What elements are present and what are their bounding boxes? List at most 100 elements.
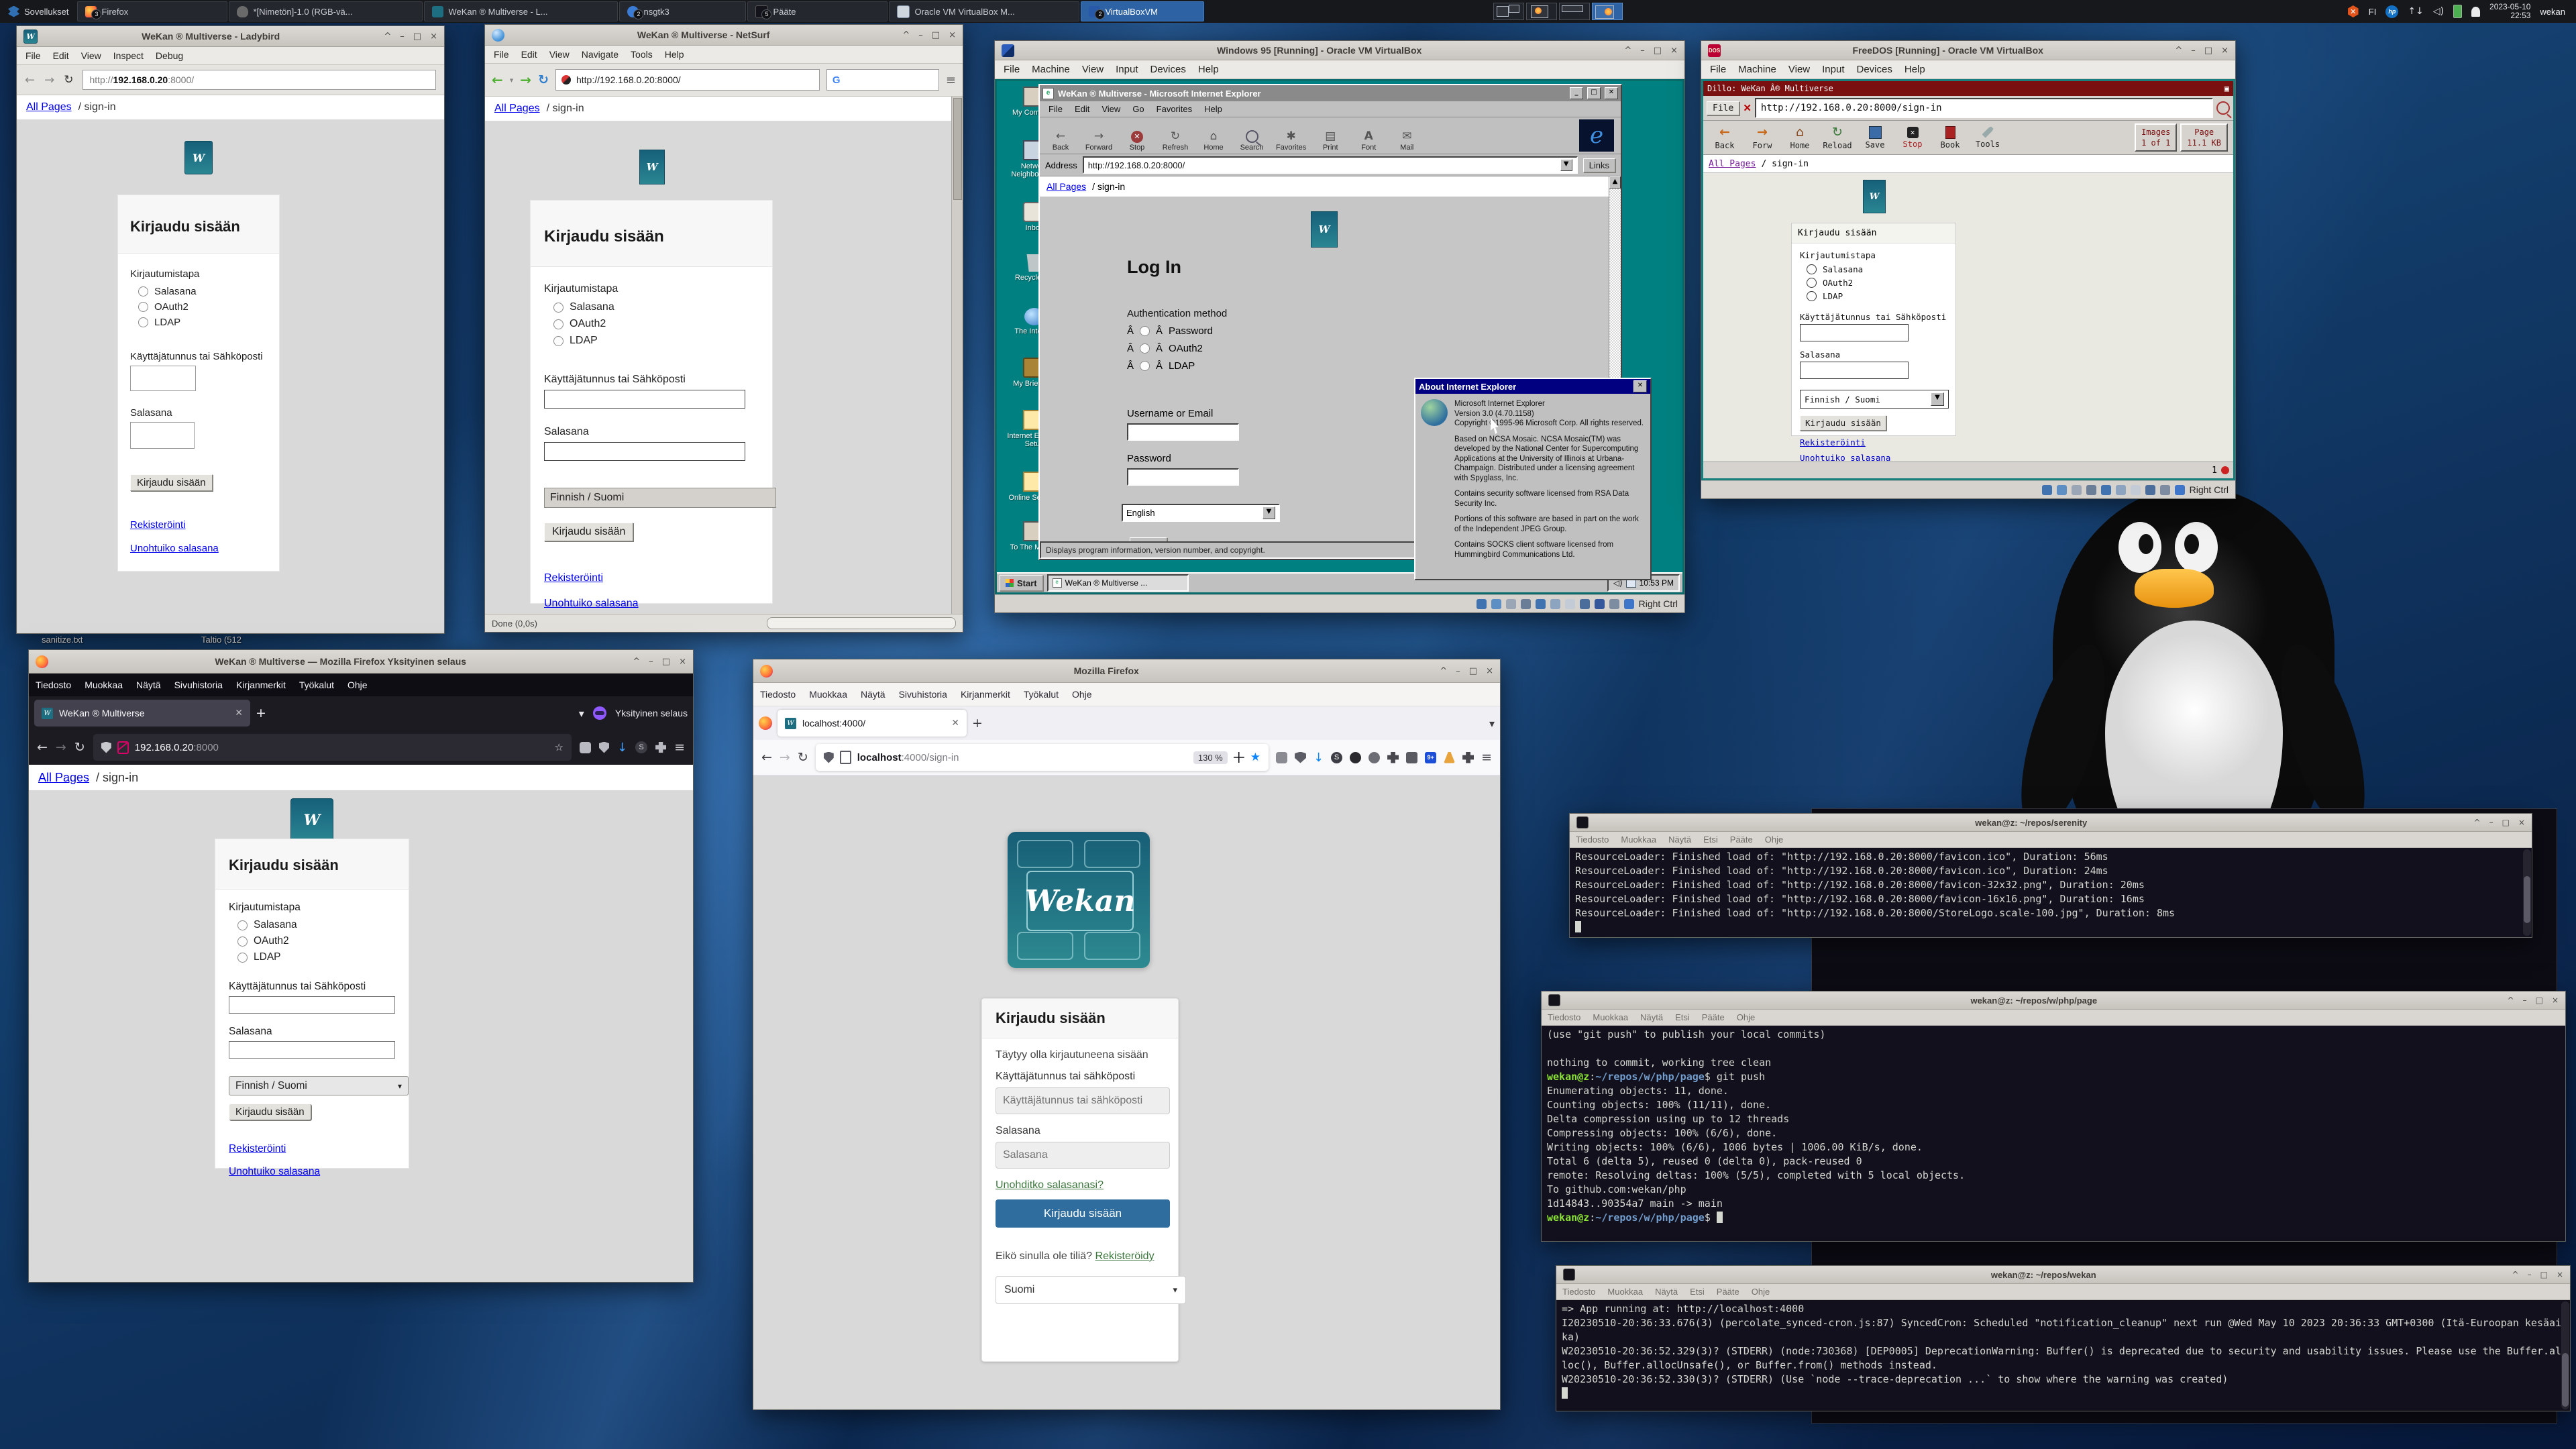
- password-input[interactable]: [130, 422, 195, 449]
- stop-button[interactable]: ✕Stop: [1123, 131, 1151, 152]
- menu-inspect[interactable]: Inspect: [107, 47, 150, 64]
- back-icon[interactable]: ←: [761, 750, 772, 765]
- menu-nayta[interactable]: Näytä: [1634, 1010, 1669, 1025]
- list-tabs-icon[interactable]: ▾: [1489, 717, 1495, 730]
- menu-nayta[interactable]: Näytä: [1649, 1284, 1684, 1299]
- panel-clock[interactable]: 2023-05-10 22:53: [2489, 3, 2530, 20]
- close-button[interactable]: ×: [2557, 1270, 2563, 1279]
- task-button-virtualboxvm[interactable]: VirtualBoxVM 2: [1081, 1, 1204, 21]
- firefox-titlebar[interactable]: WeKan ® Multiverse — Mozilla Firefox Yks…: [29, 650, 693, 674]
- menu-etsi[interactable]: Etsi: [1684, 1284, 1711, 1299]
- shade-button[interactable]: ^: [2512, 1270, 2519, 1279]
- close-icon[interactable]: ▣: [2224, 84, 2229, 93]
- network-tray-icon[interactable]: ↑↓: [2408, 6, 2423, 17]
- all-pages-link[interactable]: All Pages: [1709, 159, 1756, 169]
- radio-salasana[interactable]: [138, 286, 148, 297]
- minimize-button[interactable]: –: [2489, 818, 2493, 827]
- new-tab-icon[interactable]: +: [256, 706, 266, 720]
- close-button[interactable]: ×: [949, 30, 956, 40]
- login-button[interactable]: Kirjaudu sisään: [996, 1199, 1170, 1228]
- password-input[interactable]: [544, 442, 745, 461]
- terminal-output[interactable]: (use "git push" to publish your local co…: [1542, 1026, 2565, 1241]
- minimize-button[interactable]: –: [1456, 666, 1460, 676]
- forgot-password-link[interactable]: Unohtuiko salasana: [1800, 453, 1890, 462]
- menu-help[interactable]: Help: [1898, 60, 1931, 78]
- extension-icon[interactable]: [1444, 752, 1455, 763]
- app-menu-icon[interactable]: ≡: [674, 740, 685, 755]
- menu-muokkaa[interactable]: Muokkaa: [1615, 832, 1662, 847]
- new-tab-icon[interactable]: +: [972, 716, 983, 731]
- tab-wekan[interactable]: W WeKan ® Multiverse ✕: [34, 700, 250, 727]
- menu-list-icon[interactable]: ≡: [946, 73, 956, 87]
- username-input[interactable]: [996, 1087, 1170, 1114]
- menu-sivuhistoria[interactable]: Sivuhistoria: [168, 674, 229, 696]
- search-button[interactable]: Search: [1238, 130, 1266, 152]
- maximize-button[interactable]: □: [932, 30, 940, 40]
- password-input[interactable]: [229, 1041, 395, 1059]
- language-select[interactable]: Suomi▾: [996, 1276, 1186, 1304]
- menu-file[interactable]: File: [998, 60, 1026, 78]
- terminal-output[interactable]: ResourceLoader: Finished load of: "http:…: [1570, 848, 2532, 937]
- menu-devices[interactable]: Devices: [1144, 60, 1192, 78]
- minimize-button[interactable]: –: [2523, 996, 2527, 1005]
- maximize-button[interactable]: □: [1469, 666, 1477, 676]
- list-tabs-icon[interactable]: ▾: [579, 707, 584, 720]
- language-select[interactable]: Finnish / Suomi▾: [229, 1076, 409, 1095]
- menu-tyokalut[interactable]: Työkalut: [292, 674, 341, 696]
- terminal-output[interactable]: => App running at: http://localhost:4000…: [1556, 1300, 2570, 1411]
- radio-oauth2[interactable]: [553, 319, 564, 329]
- menu-tyokalut[interactable]: Työkalut: [1017, 683, 1065, 706]
- maximize-button[interactable]: □: [2536, 996, 2543, 1005]
- register-link[interactable]: Rekisteröinti: [544, 572, 603, 584]
- menu-view[interactable]: View: [75, 47, 107, 64]
- task-button-nsgtk3[interactable]: nsgtk3 2: [619, 1, 746, 21]
- vertical-scrollbar[interactable]: [951, 97, 963, 614]
- maximize-button[interactable]: □: [413, 32, 421, 42]
- register-link[interactable]: Rekisteröinti: [1800, 437, 1866, 447]
- back-history-icon[interactable]: ▾: [510, 76, 514, 85]
- register-link[interactable]: Rekisteröidy: [1095, 1250, 1155, 1262]
- dialog-titlebar[interactable]: About Internet Explorer ✕: [1415, 379, 1650, 394]
- terminal-scrollbar[interactable]: [2561, 1301, 2569, 1409]
- shade-button[interactable]: ^: [1440, 666, 1447, 676]
- extensions-puzzle-icon[interactable]: [655, 742, 666, 753]
- app-menu-icon[interactable]: ≡: [1481, 750, 1492, 765]
- refresh-button[interactable]: ↻Refresh: [1161, 129, 1189, 152]
- login-button[interactable]: Log In: [1130, 537, 1167, 541]
- all-pages-link[interactable]: All Pages: [26, 101, 72, 113]
- extension-icon[interactable]: [1276, 752, 1287, 763]
- desktop-icon-label[interactable]: sanitize.txt: [42, 635, 83, 645]
- radio-oauth2[interactable]: [138, 302, 148, 312]
- menu-ohje[interactable]: Ohje: [1065, 683, 1099, 706]
- scroll-up-icon[interactable]: ▲: [1609, 176, 1621, 189]
- stop-button[interactable]: ✕Stop: [1896, 127, 1929, 149]
- search-icon[interactable]: [2216, 101, 2230, 115]
- reload-icon[interactable]: ↻: [538, 72, 549, 87]
- forward-button[interactable]: →Forw: [1746, 125, 1778, 150]
- shade-button[interactable]: ^: [2508, 996, 2514, 1005]
- menu-sivuhistoria[interactable]: Sivuhistoria: [892, 683, 954, 706]
- close-button[interactable]: ×: [1486, 666, 1493, 676]
- forgot-password-link[interactable]: Unohtuiko salasana: [544, 598, 639, 609]
- address-dropdown-icon[interactable]: ▼: [1560, 159, 1572, 171]
- vm-titlebar[interactable]: DOS FreeDOS [Running] - Oracle VM Virtua…: [1701, 41, 2235, 60]
- downloads-icon[interactable]: ↓: [1313, 751, 1324, 765]
- account-icon[interactable]: S: [1331, 752, 1342, 763]
- menu-ohje[interactable]: Ohje: [1731, 1010, 1761, 1025]
- reader-view-icon[interactable]: [1234, 752, 1244, 763]
- downloads-icon[interactable]: ↓: [617, 741, 627, 755]
- all-pages-link[interactable]: All Pages: [1046, 181, 1086, 192]
- reload-icon[interactable]: ↻: [64, 73, 73, 87]
- menu-muokkaa[interactable]: Muokkaa: [1587, 1010, 1634, 1025]
- forward-button[interactable]: →Forward: [1085, 129, 1113, 152]
- menu-etsi[interactable]: Etsi: [1669, 1010, 1696, 1025]
- password-input[interactable]: [1800, 362, 1909, 379]
- menu-edit[interactable]: Edit: [47, 47, 75, 64]
- minimize-button[interactable]: –: [2528, 1270, 2532, 1279]
- menu-machine[interactable]: Machine: [1026, 60, 1076, 78]
- maximize-button[interactable]: □: [662, 657, 670, 667]
- favorites-button[interactable]: ✱Favorites: [1276, 129, 1306, 152]
- forward-icon[interactable]: →: [44, 73, 54, 87]
- menu-nayta[interactable]: Näytä: [1662, 832, 1697, 847]
- shade-button[interactable]: ^: [2175, 46, 2182, 56]
